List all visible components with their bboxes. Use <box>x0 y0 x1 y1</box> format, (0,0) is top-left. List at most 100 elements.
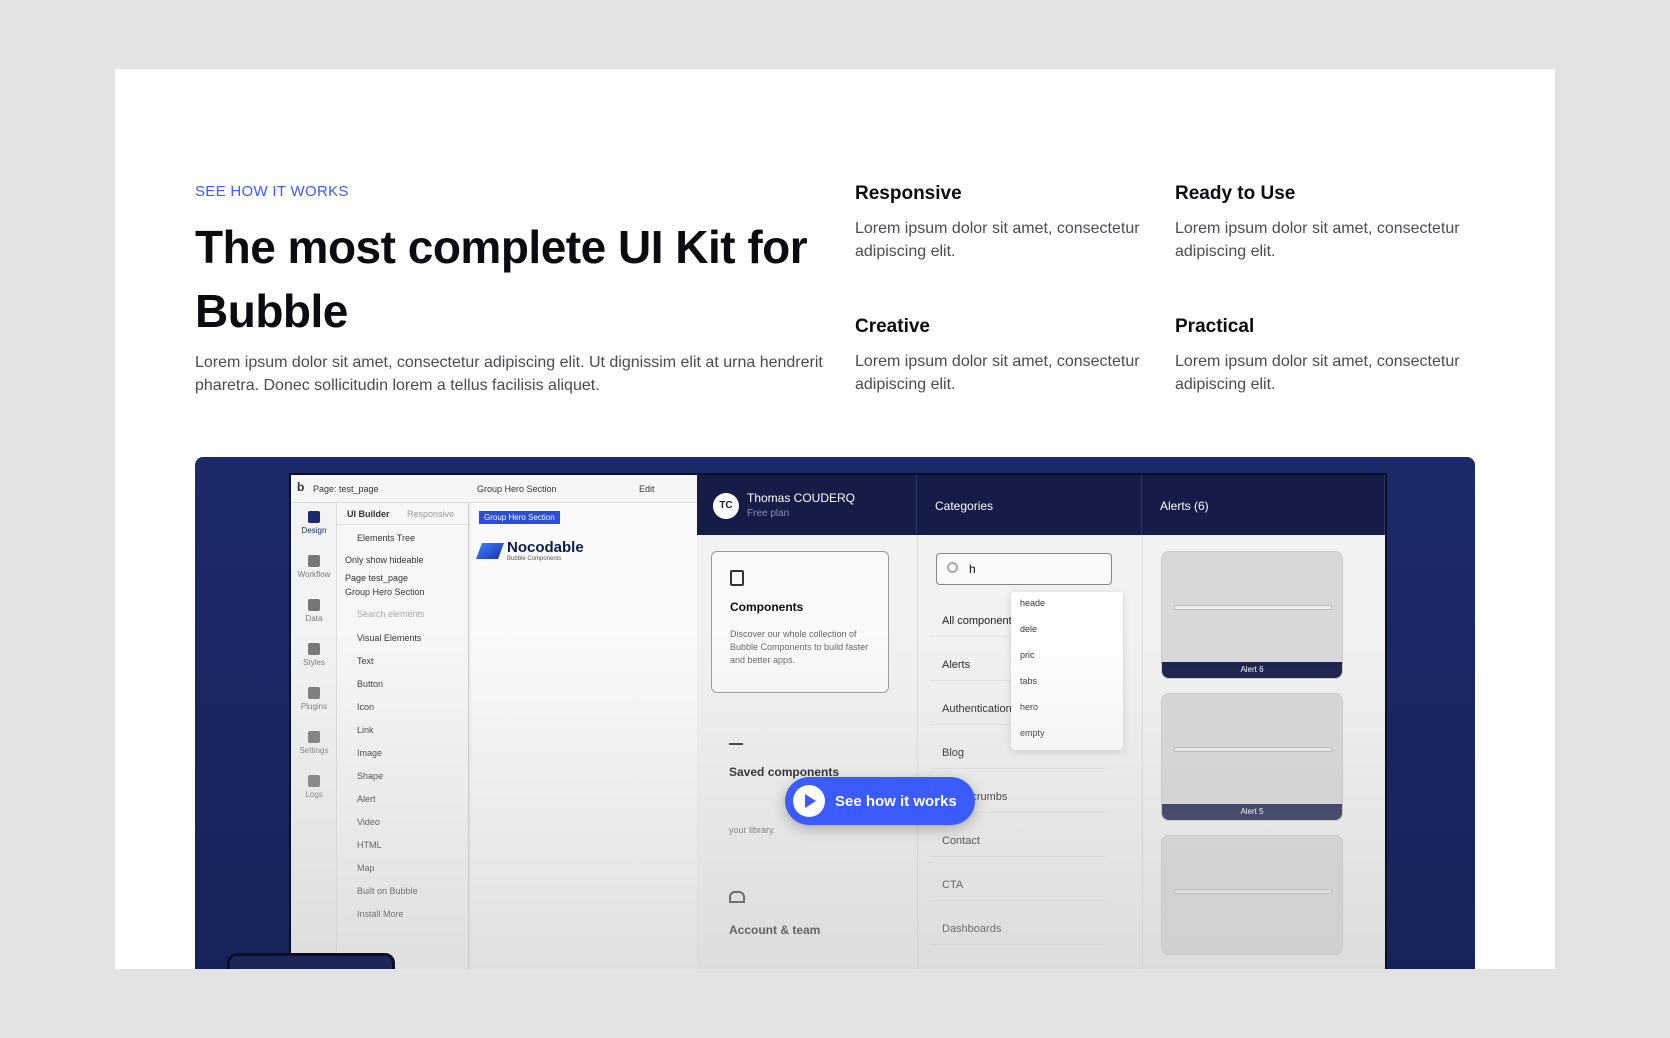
alert-preview <box>1174 889 1332 894</box>
feature-text: Lorem ipsum dolor sit amet, consectetur … <box>1175 353 1460 393</box>
alert-card[interactable]: Alert 5 <box>1161 693 1343 821</box>
element-item: Shape <box>357 771 384 781</box>
nav-column: Components Discover our whole collection… <box>697 535 917 969</box>
user-name: Thomas COUDERQ <box>747 491 856 505</box>
categories-header: Categories <box>917 475 1142 535</box>
eyebrow: SEE HOW IT WORKS <box>195 183 349 200</box>
database-icon <box>308 599 320 611</box>
avatar: TC <box>713 493 739 519</box>
suggestion-item[interactable]: empty <box>1011 722 1123 748</box>
alert-card[interactable] <box>1161 835 1343 955</box>
element-item: Icon <box>357 702 375 712</box>
tree-item: Only show hideable <box>345 555 424 565</box>
tab-ui-builder: UI Builder <box>347 509 390 519</box>
brush-icon <box>308 643 320 655</box>
element-item: Button <box>357 679 384 689</box>
rail-styles: Styles <box>291 643 337 667</box>
feature-responsive: Responsive Lorem ipsum dolor sit amet, c… <box>855 183 1145 263</box>
section-title: The most complete UI Kit for Bubble <box>195 221 808 337</box>
alert-preview <box>1174 605 1332 610</box>
feature-creative: Creative Lorem ipsum dolor sit amet, con… <box>855 316 1145 396</box>
suggestion-item[interactable]: hero <box>1011 696 1123 722</box>
alert-label: Alert 5 <box>1162 804 1342 820</box>
tab-responsive: Responsive <box>407 509 455 519</box>
logo-name: Nocodable <box>507 539 584 556</box>
user-header: TC Thomas COUDERQ Free plan <box>697 475 917 535</box>
play-video-button[interactable]: See how it works <box>785 777 975 825</box>
alerts-header: Alerts (6) <box>1142 475 1385 535</box>
gear-icon <box>308 731 320 743</box>
search-value: h <box>969 562 976 576</box>
download-icon <box>729 733 743 745</box>
workflow-icon <box>308 555 320 567</box>
plug-icon <box>308 687 320 699</box>
saved-text: your library. <box>729 825 776 835</box>
nocodable-logo: Nocodable Bubble Components <box>476 539 584 562</box>
search-elements-input: Search elements <box>357 609 425 619</box>
components-text: Discover our whole collection of Bubble … <box>730 629 869 665</box>
feature-title: Creative <box>855 316 930 337</box>
logo-sub: Bubble Components <box>507 556 562 562</box>
components-title: Components <box>730 600 804 614</box>
user-plan: Free plan <box>747 508 790 519</box>
rail-settings: Settings <box>291 731 337 755</box>
element-item: Install More <box>357 909 404 919</box>
feature-text: Lorem ipsum dolor sit amet, consectetur … <box>1175 220 1460 260</box>
suggestion-item[interactable]: dele <box>1011 618 1123 644</box>
category-search-input[interactable]: h <box>936 553 1112 585</box>
feature-practical: Practical Lorem ipsum dolor sit amet, co… <box>1175 316 1465 396</box>
nocodable-mark-icon <box>476 542 504 559</box>
category-item[interactable]: Contact <box>930 823 1106 857</box>
group-selector: Group Hero Section <box>477 484 557 494</box>
element-item: Alert <box>357 794 376 804</box>
section-card: SEE HOW IT WORKS The most complete UI Ki… <box>115 69 1555 969</box>
feature-title: Responsive <box>855 183 962 204</box>
suggestions-dropdown: heade dele pric tabs hero empty <box>1011 592 1123 750</box>
feature-title: Ready to Use <box>1175 183 1296 204</box>
tree-item: Group Hero Section <box>345 587 425 597</box>
video-preview[interactable]: b Page: test_page Group Hero Section Edi… <box>195 457 1475 969</box>
tree-item: Elements Tree <box>357 533 416 543</box>
rail-logs: Logs <box>291 775 337 799</box>
suggestion-item[interactable]: pric <box>1011 644 1123 670</box>
tree-item: Page test_page <box>345 573 409 583</box>
categories-label: Categories <box>935 499 994 513</box>
element-item: Link <box>357 725 374 735</box>
panel-tabs: UI Builder Responsive <box>337 503 468 525</box>
feature-ready-to-use: Ready to Use Lorem ipsum dolor sit amet,… <box>1175 183 1465 263</box>
team-icon <box>729 891 745 903</box>
editor-canvas: Group Hero Section Nocodable Bubble Comp… <box>471 503 697 969</box>
suggestion-item[interactable]: tabs <box>1011 670 1123 696</box>
play-icon <box>793 785 825 817</box>
design-icon <box>308 511 320 523</box>
canvas-group-tag: Group Hero Section <box>479 511 560 524</box>
device-frame <box>227 953 395 969</box>
components-card[interactable]: Components Discover our whole collection… <box>711 551 889 693</box>
rail-design: Design <box>291 511 337 535</box>
suggestion-item[interactable]: heade <box>1011 592 1123 618</box>
rail-workflow: Workflow <box>291 555 337 579</box>
feature-title: Practical <box>1175 316 1255 337</box>
elements-panel: UI Builder Responsive Elements Tree Only… <box>337 503 469 969</box>
rail-data: Data <box>291 599 337 623</box>
feature-text: Lorem ipsum dolor sit amet, consectetur … <box>855 353 1140 393</box>
tree-item: Visual Elements <box>357 633 422 643</box>
element-item: HTML <box>357 840 382 850</box>
bubble-logo-icon: b <box>297 480 305 494</box>
alert-label: Alert 6 <box>1162 662 1342 678</box>
page-selector: Page: test_page <box>313 484 379 494</box>
alert-preview <box>1174 747 1332 752</box>
category-item[interactable]: Dashboards <box>930 911 1106 945</box>
element-item: Built on Bubble <box>357 886 418 896</box>
file-icon <box>308 775 320 787</box>
alert-card[interactable]: Alert 6 <box>1161 551 1343 679</box>
copy-icon <box>730 570 744 586</box>
rail-plugins: Plugins <box>291 687 337 711</box>
play-label: See how it works <box>835 792 957 810</box>
editor-topbar: b Page: test_page Group Hero Section Edi… <box>291 475 697 503</box>
element-item: Map <box>357 863 375 873</box>
element-item: Text <box>357 656 374 666</box>
element-item: Image <box>357 748 383 758</box>
category-item[interactable]: CTA <box>930 867 1106 901</box>
edit-menu: Edit <box>639 484 655 494</box>
